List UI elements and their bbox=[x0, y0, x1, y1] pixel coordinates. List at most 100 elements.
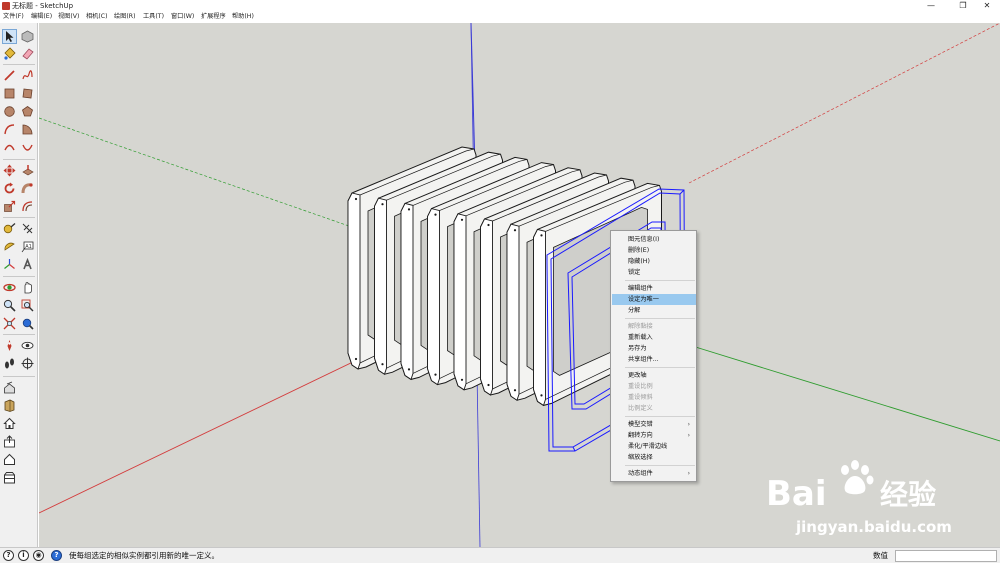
user-icon[interactable]: ◉ bbox=[33, 550, 44, 561]
menu-separator bbox=[625, 318, 695, 319]
orbit-icon[interactable] bbox=[2, 280, 17, 295]
two-point-arc-icon[interactable] bbox=[2, 140, 17, 155]
menu-reset-skew[interactable]: 重设倾斜 bbox=[612, 392, 696, 403]
paint-bucket-icon[interactable] bbox=[2, 46, 17, 61]
menu-make-unique[interactable]: 设定为唯一 bbox=[612, 294, 696, 305]
rotate-icon[interactable] bbox=[2, 181, 17, 196]
menu-file[interactable]: 文件(F) bbox=[3, 12, 24, 22]
offset-icon[interactable] bbox=[20, 199, 35, 214]
menu-reset-scale[interactable]: 重设比例 bbox=[612, 381, 696, 392]
arc-icon[interactable] bbox=[2, 122, 17, 137]
context-menu: 图元信息(I) 删除(E) 隐藏(H) 锁定 编辑组件 设定为唯一 分解 解除黏… bbox=[610, 230, 697, 482]
zoom-extents-icon[interactable] bbox=[2, 316, 17, 331]
push-pull-icon[interactable] bbox=[20, 163, 35, 178]
submenu-arrow-icon: › bbox=[687, 421, 690, 428]
menu-unglue[interactable]: 解除黏接 bbox=[612, 321, 696, 332]
menu-separator bbox=[625, 416, 695, 417]
menu-separator bbox=[625, 367, 695, 368]
scale-icon[interactable] bbox=[2, 199, 17, 214]
component-icon[interactable] bbox=[20, 29, 35, 44]
menu-edit[interactable]: 编辑(E) bbox=[31, 12, 52, 22]
menu-soften-edges[interactable]: 柔化/平滑边线 bbox=[612, 441, 696, 452]
menu-item-label: 翻转方向 bbox=[628, 432, 653, 439]
zoom-window-icon[interactable] bbox=[20, 298, 35, 313]
tape-measure-icon[interactable] bbox=[2, 221, 17, 236]
move-icon[interactable] bbox=[2, 163, 17, 178]
menu-explode[interactable]: 分解 bbox=[612, 305, 696, 316]
position-camera-icon[interactable] bbox=[2, 338, 17, 353]
menu-zoom-selection[interactable]: 缩放选择 bbox=[612, 452, 696, 463]
submenu-arrow-icon: › bbox=[687, 470, 690, 477]
menu-separator bbox=[625, 280, 695, 281]
pie-icon[interactable] bbox=[20, 122, 35, 137]
title-bar: 无标题 - SketchUp — ❐ ✕ bbox=[0, 0, 1000, 12]
text-icon[interactable]: A1 bbox=[20, 239, 35, 254]
pan-icon[interactable] bbox=[20, 280, 35, 295]
credits-icon[interactable]: i bbox=[18, 550, 29, 561]
menu-tools[interactable]: 工具(T) bbox=[143, 12, 164, 22]
house-icon[interactable] bbox=[2, 452, 17, 467]
3d-text-icon[interactable] bbox=[20, 257, 35, 272]
baidu-paw-icon bbox=[841, 460, 874, 495]
menu-extensions[interactable]: 扩展程序 bbox=[201, 12, 226, 22]
warehouse-icon[interactable] bbox=[2, 380, 17, 395]
geo-location-icon[interactable]: ? bbox=[3, 550, 14, 561]
green-axis-solid bbox=[688, 344, 1000, 442]
minimize-icon[interactable]: — bbox=[920, 0, 942, 11]
measurements-input[interactable] bbox=[895, 550, 997, 562]
toolbar-separator bbox=[3, 159, 35, 160]
measurements-label: 数值 bbox=[873, 551, 888, 560]
watermark-url: jingyan.baidu.com bbox=[796, 518, 952, 536]
share-icon[interactable] bbox=[2, 434, 17, 449]
freehand-icon[interactable] bbox=[20, 68, 35, 83]
toolbar-separator bbox=[3, 217, 35, 218]
axes-icon[interactable] bbox=[2, 257, 17, 272]
close-icon[interactable]: ✕ bbox=[976, 0, 998, 11]
menu-bar: 文件(F) 编辑(E) 视图(V) 相机(C) 绘图(R) 工具(T) 窗口(W… bbox=[0, 12, 1000, 22]
storage-icon[interactable] bbox=[2, 470, 17, 485]
menu-draw[interactable]: 绘图(R) bbox=[114, 12, 136, 22]
circle-icon[interactable] bbox=[2, 104, 17, 119]
restore-icon[interactable]: ❐ bbox=[952, 0, 974, 11]
menu-item-label: 模型交错 bbox=[628, 421, 653, 428]
instructor-icon[interactable]: ? bbox=[51, 550, 62, 561]
three-point-arc-icon[interactable] bbox=[20, 140, 35, 155]
menu-intersect-faces[interactable]: 模型交错 › bbox=[612, 419, 696, 430]
menu-camera[interactable]: 相机(C) bbox=[86, 12, 108, 22]
dimension-icon[interactable] bbox=[20, 221, 35, 236]
menu-delete[interactable]: 删除(E) bbox=[612, 245, 696, 256]
menu-save-as[interactable]: 另存为 bbox=[612, 343, 696, 354]
previous-view-icon[interactable] bbox=[20, 316, 35, 331]
rectangle-icon[interactable] bbox=[2, 86, 17, 101]
menu-edit-component[interactable]: 编辑组件 bbox=[612, 283, 696, 294]
menu-window[interactable]: 窗口(W) bbox=[171, 12, 194, 22]
menu-view[interactable]: 视图(V) bbox=[58, 12, 79, 22]
menu-lock[interactable]: 锁定 bbox=[612, 267, 696, 278]
eraser-icon[interactable] bbox=[20, 46, 35, 61]
rotated-rectangle-icon[interactable] bbox=[20, 86, 35, 101]
select-icon[interactable] bbox=[2, 29, 17, 44]
menu-help[interactable]: 帮助(H) bbox=[232, 12, 254, 22]
menu-reload[interactable]: 重新载入 bbox=[612, 332, 696, 343]
polygon-icon[interactable] bbox=[20, 104, 35, 119]
walk-icon[interactable] bbox=[2, 356, 17, 371]
watermark-brand: Bai bbox=[766, 474, 827, 514]
follow-me-icon[interactable] bbox=[20, 181, 35, 196]
menu-share-component[interactable]: 共享组件... bbox=[612, 354, 696, 365]
menu-flip-along[interactable]: 翻转方向 › bbox=[612, 430, 696, 441]
zoom-icon[interactable] bbox=[2, 298, 17, 313]
toolbar-separator bbox=[3, 276, 35, 277]
section-plane-icon[interactable] bbox=[20, 356, 35, 371]
extension-warehouse-icon[interactable] bbox=[2, 398, 17, 413]
menu-hide[interactable]: 隐藏(H) bbox=[612, 256, 696, 267]
tool-palette: A1 bbox=[0, 23, 38, 547]
protractor-icon[interactable] bbox=[2, 239, 17, 254]
home-icon[interactable] bbox=[2, 416, 17, 431]
menu-entity-info[interactable]: 图元信息(I) bbox=[612, 234, 696, 245]
menu-dynamic-components[interactable]: 动态组件 › bbox=[612, 468, 696, 479]
line-icon[interactable] bbox=[2, 68, 17, 83]
toolbar-separator bbox=[3, 64, 35, 65]
menu-change-axes[interactable]: 更改轴 bbox=[612, 370, 696, 381]
menu-scale-definition[interactable]: 比例定义 bbox=[612, 403, 696, 414]
look-around-icon[interactable] bbox=[20, 338, 35, 353]
